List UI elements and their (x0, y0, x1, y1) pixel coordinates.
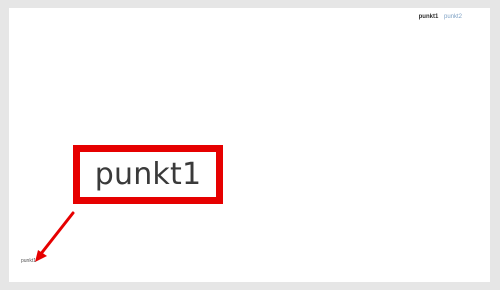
callout-label: punkt1 (94, 157, 202, 192)
bottom-left-link[interactable]: punkt1 (21, 258, 36, 265)
top-tabs: punkt1 punkt2 (415, 13, 462, 21)
tab-punkt1[interactable]: punkt1 (419, 13, 439, 21)
tab-punkt2[interactable]: punkt2 (444, 13, 462, 21)
callout-box: punkt1 (73, 145, 223, 204)
